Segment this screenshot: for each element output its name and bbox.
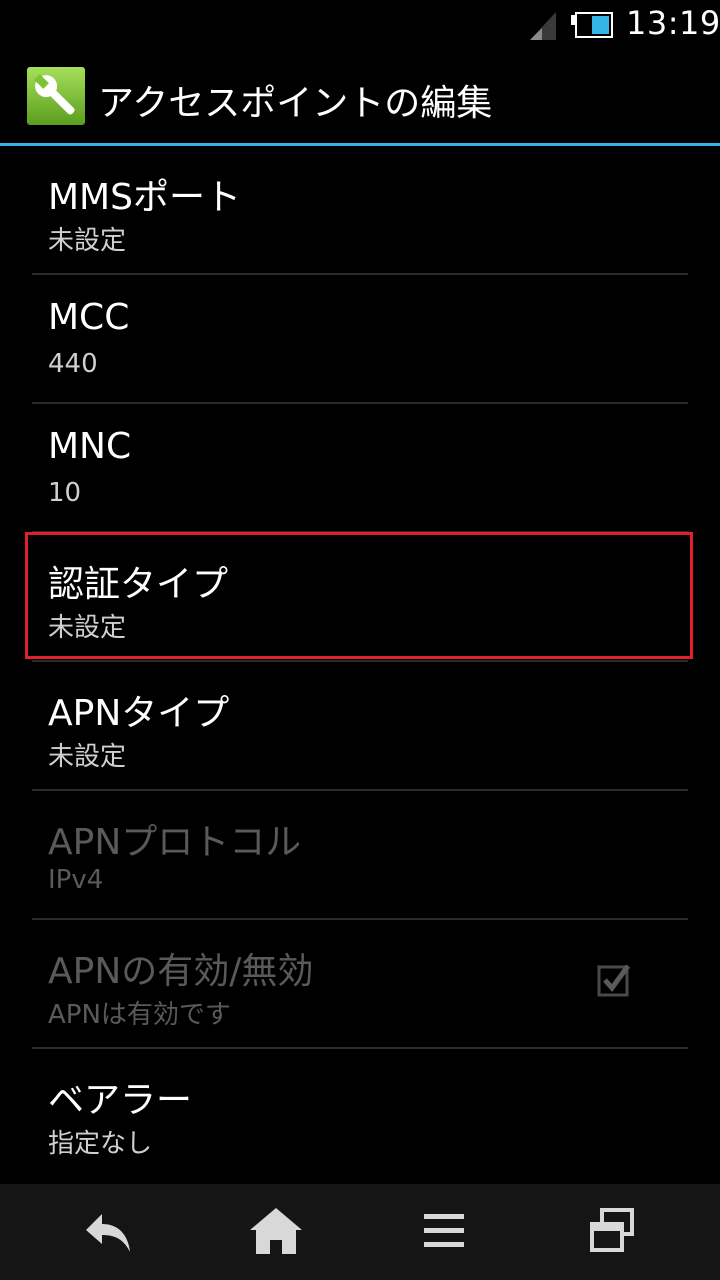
page-title: アクセスポイントの編集	[98, 83, 493, 124]
setting-bearer[interactable]: ベアラー 指定なし	[0, 1049, 720, 1178]
setting-title: APNの有効/無効	[48, 951, 314, 992]
battery-icon	[571, 12, 613, 38]
setting-summary: 未設定	[48, 226, 127, 256]
setting-title: MMSポート	[48, 177, 241, 218]
setting-summary: 指定なし	[48, 1129, 153, 1159]
setting-apn-enable: APNの有効/無効 APNは有効です	[0, 920, 720, 1049]
setting-title: MNC	[48, 426, 132, 467]
setting-apn-type[interactable]: APNタイプ 未設定	[0, 662, 720, 791]
setting-summary: IPv4	[48, 865, 104, 895]
status-bar: 13:19	[0, 0, 720, 50]
setting-summary: 440	[48, 349, 98, 379]
setting-mms-port[interactable]: MMSポート 未設定	[0, 146, 720, 275]
wrench-icon[interactable]	[26, 66, 86, 126]
settings-list: MMSポート 未設定 MCC 440 MNC 10 認証タイプ 未設定 APNタ…	[0, 146, 720, 1178]
highlight-box	[25, 532, 693, 659]
setting-apn-protocol: APNプロトコル IPv4	[0, 791, 720, 920]
setting-summary: 未設定	[48, 742, 127, 772]
back-icon[interactable]	[80, 1204, 140, 1260]
setting-title: MCC	[48, 297, 130, 338]
setting-mnc[interactable]: MNC 10	[0, 404, 720, 533]
setting-summary: 10	[48, 478, 82, 508]
setting-title: APNプロトコル	[48, 822, 302, 863]
setting-summary: APNは有効です	[48, 1000, 231, 1030]
status-clock: 13:19	[626, 4, 720, 42]
home-icon[interactable]	[246, 1204, 306, 1260]
setting-title: APNタイプ	[48, 693, 230, 734]
action-bar: アクセスポイントの編集	[0, 50, 720, 143]
menu-icon[interactable]	[414, 1204, 474, 1260]
recent-apps-icon[interactable]	[582, 1204, 642, 1260]
checkbox-icon	[597, 964, 631, 997]
navigation-bar	[0, 1184, 720, 1280]
setting-title: ベアラー	[48, 1080, 193, 1121]
signal-icon	[530, 12, 556, 40]
setting-mcc[interactable]: MCC 440	[0, 275, 720, 404]
